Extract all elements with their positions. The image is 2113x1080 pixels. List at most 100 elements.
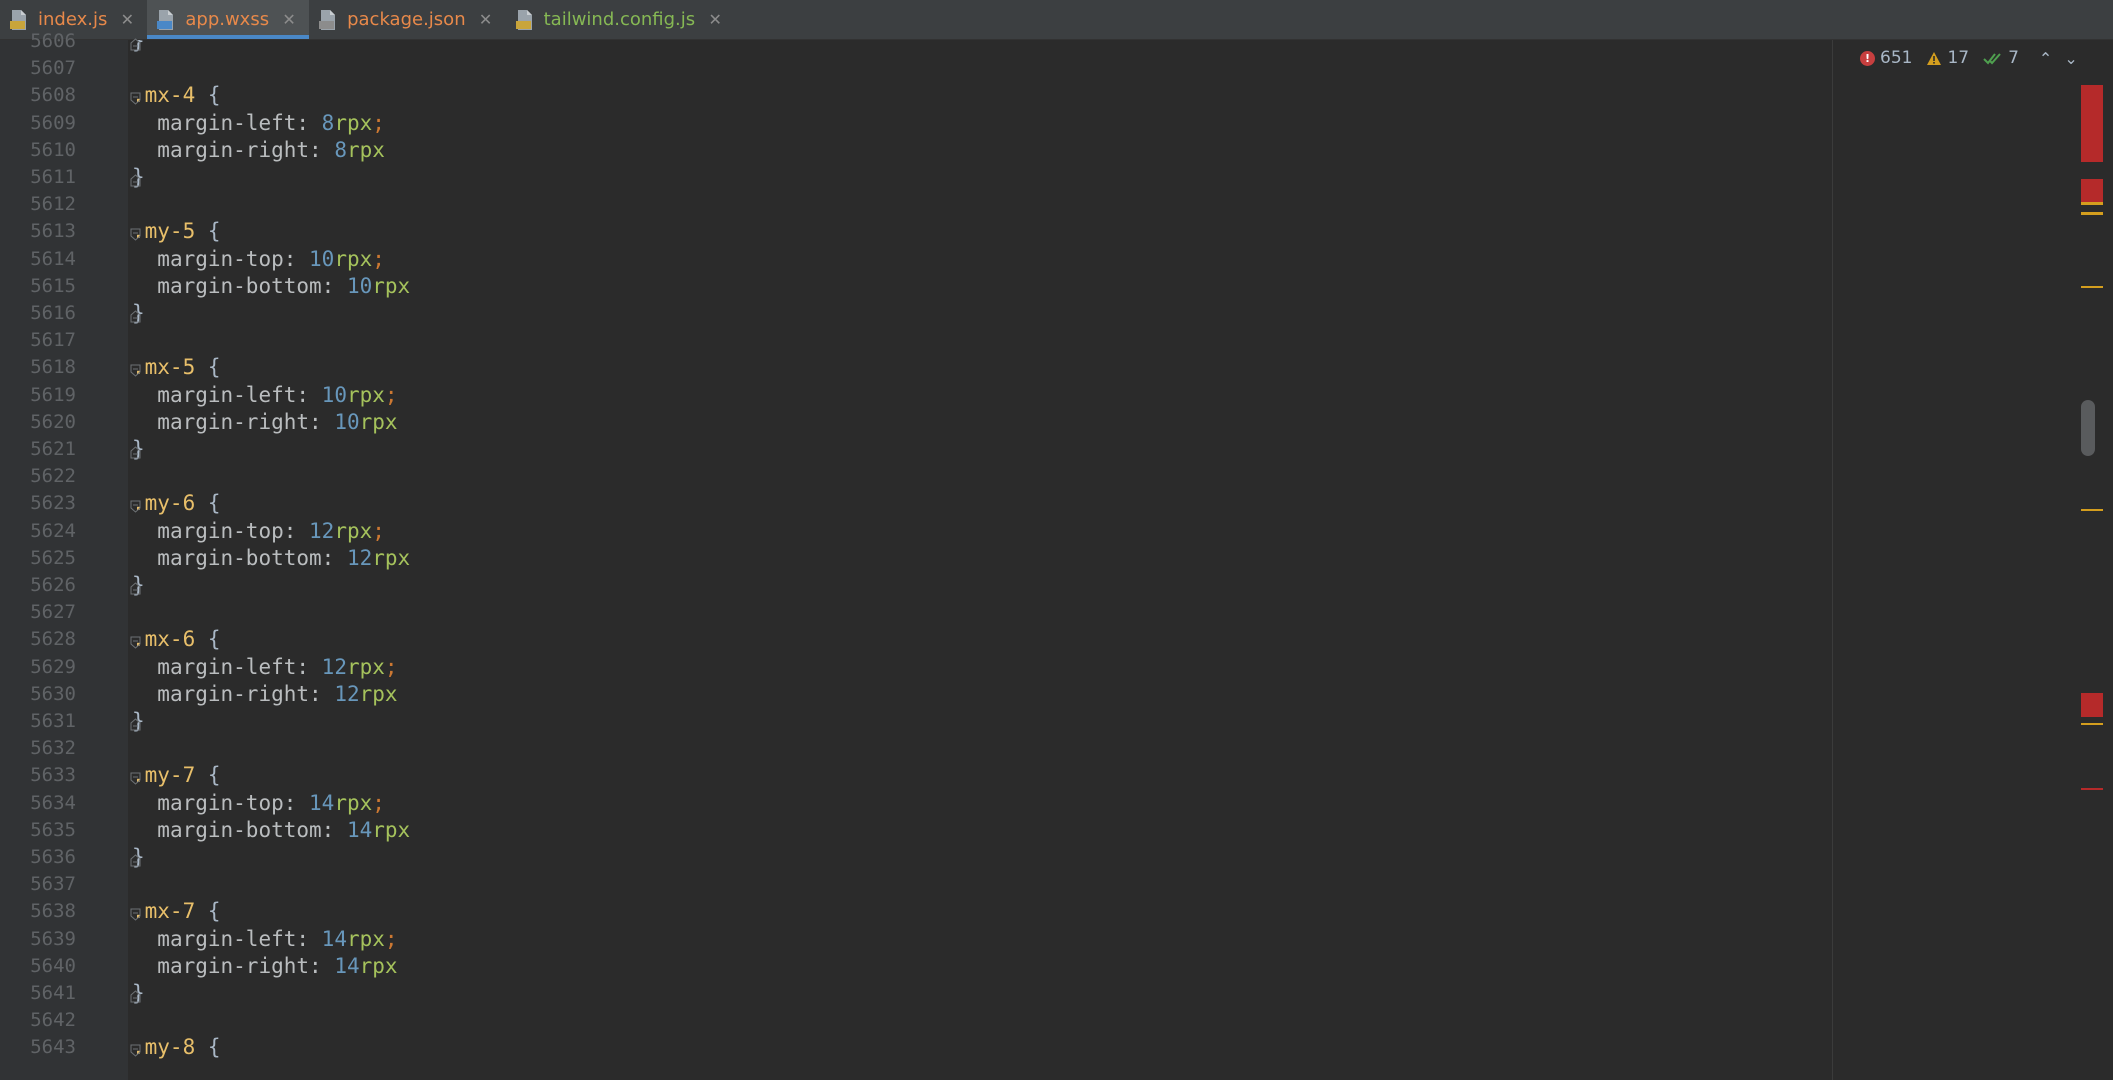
code-line[interactable]: margin-bottom: 14rpx	[132, 817, 410, 844]
fold-end-icon[interactable]	[130, 36, 141, 51]
line-number: 5630	[30, 682, 76, 705]
warning-marker[interactable]	[2081, 723, 2103, 725]
open-brace: {	[195, 1035, 221, 1060]
line-number: 5619	[30, 383, 76, 406]
code-line[interactable]: .mx-5 {	[132, 354, 221, 381]
code-line[interactable]: margin-right: 8rpx	[132, 137, 385, 164]
warning-marker[interactable]	[2081, 286, 2103, 288]
code-line[interactable]: margin-top: 10rpx;	[132, 246, 385, 273]
open-brace: {	[195, 355, 221, 380]
fold-end-icon[interactable]	[130, 172, 141, 187]
line-number: 5638	[30, 900, 76, 923]
code-line[interactable]: .my-6 {	[132, 490, 221, 517]
css-property: margin-top	[157, 790, 284, 815]
tab-app-wxss[interactable]: app.wxss ✕	[147, 0, 310, 39]
line-number: 5628	[30, 628, 76, 651]
css-number: 14	[309, 790, 335, 815]
code-line[interactable]: margin-bottom: 10rpx	[132, 273, 410, 300]
close-icon[interactable]: ✕	[478, 10, 494, 29]
css-number: 14	[334, 953, 360, 978]
code-line[interactable]: margin-bottom: 12rpx	[132, 545, 410, 572]
error-marker[interactable]	[2081, 179, 2103, 203]
semicolon: ;	[384, 654, 398, 679]
fold-end-icon[interactable]	[130, 988, 141, 1003]
open-brace: {	[195, 491, 221, 516]
code-line[interactable]: .mx-7 {	[132, 898, 221, 925]
line-number: 5631	[30, 710, 76, 732]
close-icon[interactable]: ✕	[707, 10, 723, 29]
scrollbar-thumb[interactable]	[2081, 400, 2095, 456]
code-editor[interactable]: 5606 5607 5608 5609 5610 5611 5612 5613 5614 5615…	[0, 30, 2113, 1080]
css-property: margin-top	[157, 518, 284, 543]
close-icon[interactable]: ✕	[119, 10, 135, 29]
colon: :	[296, 926, 322, 951]
error-marker[interactable]	[2081, 693, 2103, 717]
line-number: 5606	[30, 30, 76, 52]
fold-collapse-icon[interactable]	[130, 362, 141, 378]
tab-package-json[interactable]: package.json ✕	[309, 0, 506, 39]
fold-end-icon[interactable]	[130, 852, 141, 867]
fold-collapse-icon[interactable]	[130, 1042, 141, 1058]
chevron-up-icon[interactable]: ⌃	[2039, 49, 2052, 68]
line-number-gutter[interactable]: 5606 5607 5608 5609 5610 5611 5612 5613 5614 5615…	[0, 30, 128, 1080]
css-selector: .my-8	[132, 1035, 196, 1060]
colon: :	[296, 654, 322, 679]
error-marker[interactable]	[2081, 788, 2103, 790]
line-number: 5636	[30, 846, 76, 868]
code-line[interactable]: margin-left: 10rpx;	[132, 382, 397, 409]
semicolon: ;	[372, 246, 385, 271]
fold-collapse-icon[interactable]	[130, 634, 141, 650]
fold-collapse-icon[interactable]	[130, 906, 141, 922]
code-line[interactable]: margin-left: 12rpx;	[132, 654, 398, 681]
tab-label: tailwind.config.js	[543, 9, 696, 30]
code-line[interactable]: margin-right: 12rpx	[132, 681, 397, 708]
warning-marker[interactable]	[2081, 202, 2103, 205]
fold-end-icon[interactable]	[130, 308, 141, 323]
error-count[interactable]: ! 651	[1860, 48, 1912, 68]
line-number: 5611	[30, 166, 76, 188]
fold-collapse-icon[interactable]	[130, 770, 141, 786]
code-line[interactable]: margin-top: 14rpx;	[132, 790, 385, 817]
code-line[interactable]: margin-top: 12rpx;	[132, 518, 385, 545]
fold-end-icon[interactable]	[130, 716, 141, 731]
line-number: 5610	[30, 138, 76, 161]
warning-marker[interactable]	[2081, 212, 2103, 215]
error-marker[interactable]	[2081, 140, 2103, 162]
code-line[interactable]: margin-right: 14rpx	[132, 953, 397, 980]
code-line[interactable]: .my-8 {	[132, 1034, 221, 1061]
code-line[interactable]: .mx-6 {	[132, 626, 221, 653]
css-number: 10	[346, 273, 373, 298]
tab-tailwind-config-js[interactable]: tailwind.config.js ✕	[506, 0, 736, 39]
fold-collapse-icon[interactable]	[130, 498, 141, 514]
inspection-widget[interactable]: ! 651 17 7 ⌃ ⌄	[1860, 48, 2078, 68]
warning-count[interactable]: 17	[1926, 48, 1969, 68]
code-line[interactable]: margin-left: 8rpx;	[132, 110, 385, 137]
code-line[interactable]: .my-7 {	[132, 762, 221, 789]
css-selector: .mx-6	[132, 627, 196, 652]
code-line[interactable]: margin-right: 10rpx	[132, 409, 397, 436]
weak-warning-count[interactable]: 7	[1983, 48, 2019, 68]
open-brace: {	[195, 899, 221, 924]
css-number: 14	[321, 926, 347, 951]
error-stripe[interactable]	[2073, 40, 2113, 1080]
fold-end-icon[interactable]	[130, 580, 141, 595]
code-line[interactable]: margin-left: 14rpx;	[132, 926, 397, 953]
code-line[interactable]: .my-5 {	[132, 218, 221, 245]
css-unit: rpx	[346, 654, 385, 679]
css-number: 10	[334, 409, 360, 434]
code-text-area[interactable]: } .mx-4 { margin-left: 8rpx; margin-right…	[132, 40, 2113, 1080]
colon: :	[296, 382, 322, 407]
warning-marker[interactable]	[2081, 509, 2103, 511]
fold-collapse-icon[interactable]	[130, 226, 141, 242]
colon: :	[321, 817, 347, 842]
css-unit: rpx	[346, 382, 385, 407]
fold-end-icon[interactable]	[130, 444, 141, 459]
line-number: 5609	[30, 111, 76, 134]
fold-collapse-icon[interactable]	[130, 90, 141, 106]
code-line[interactable]: .mx-4 {	[132, 82, 221, 109]
close-icon[interactable]: ✕	[281, 10, 297, 29]
